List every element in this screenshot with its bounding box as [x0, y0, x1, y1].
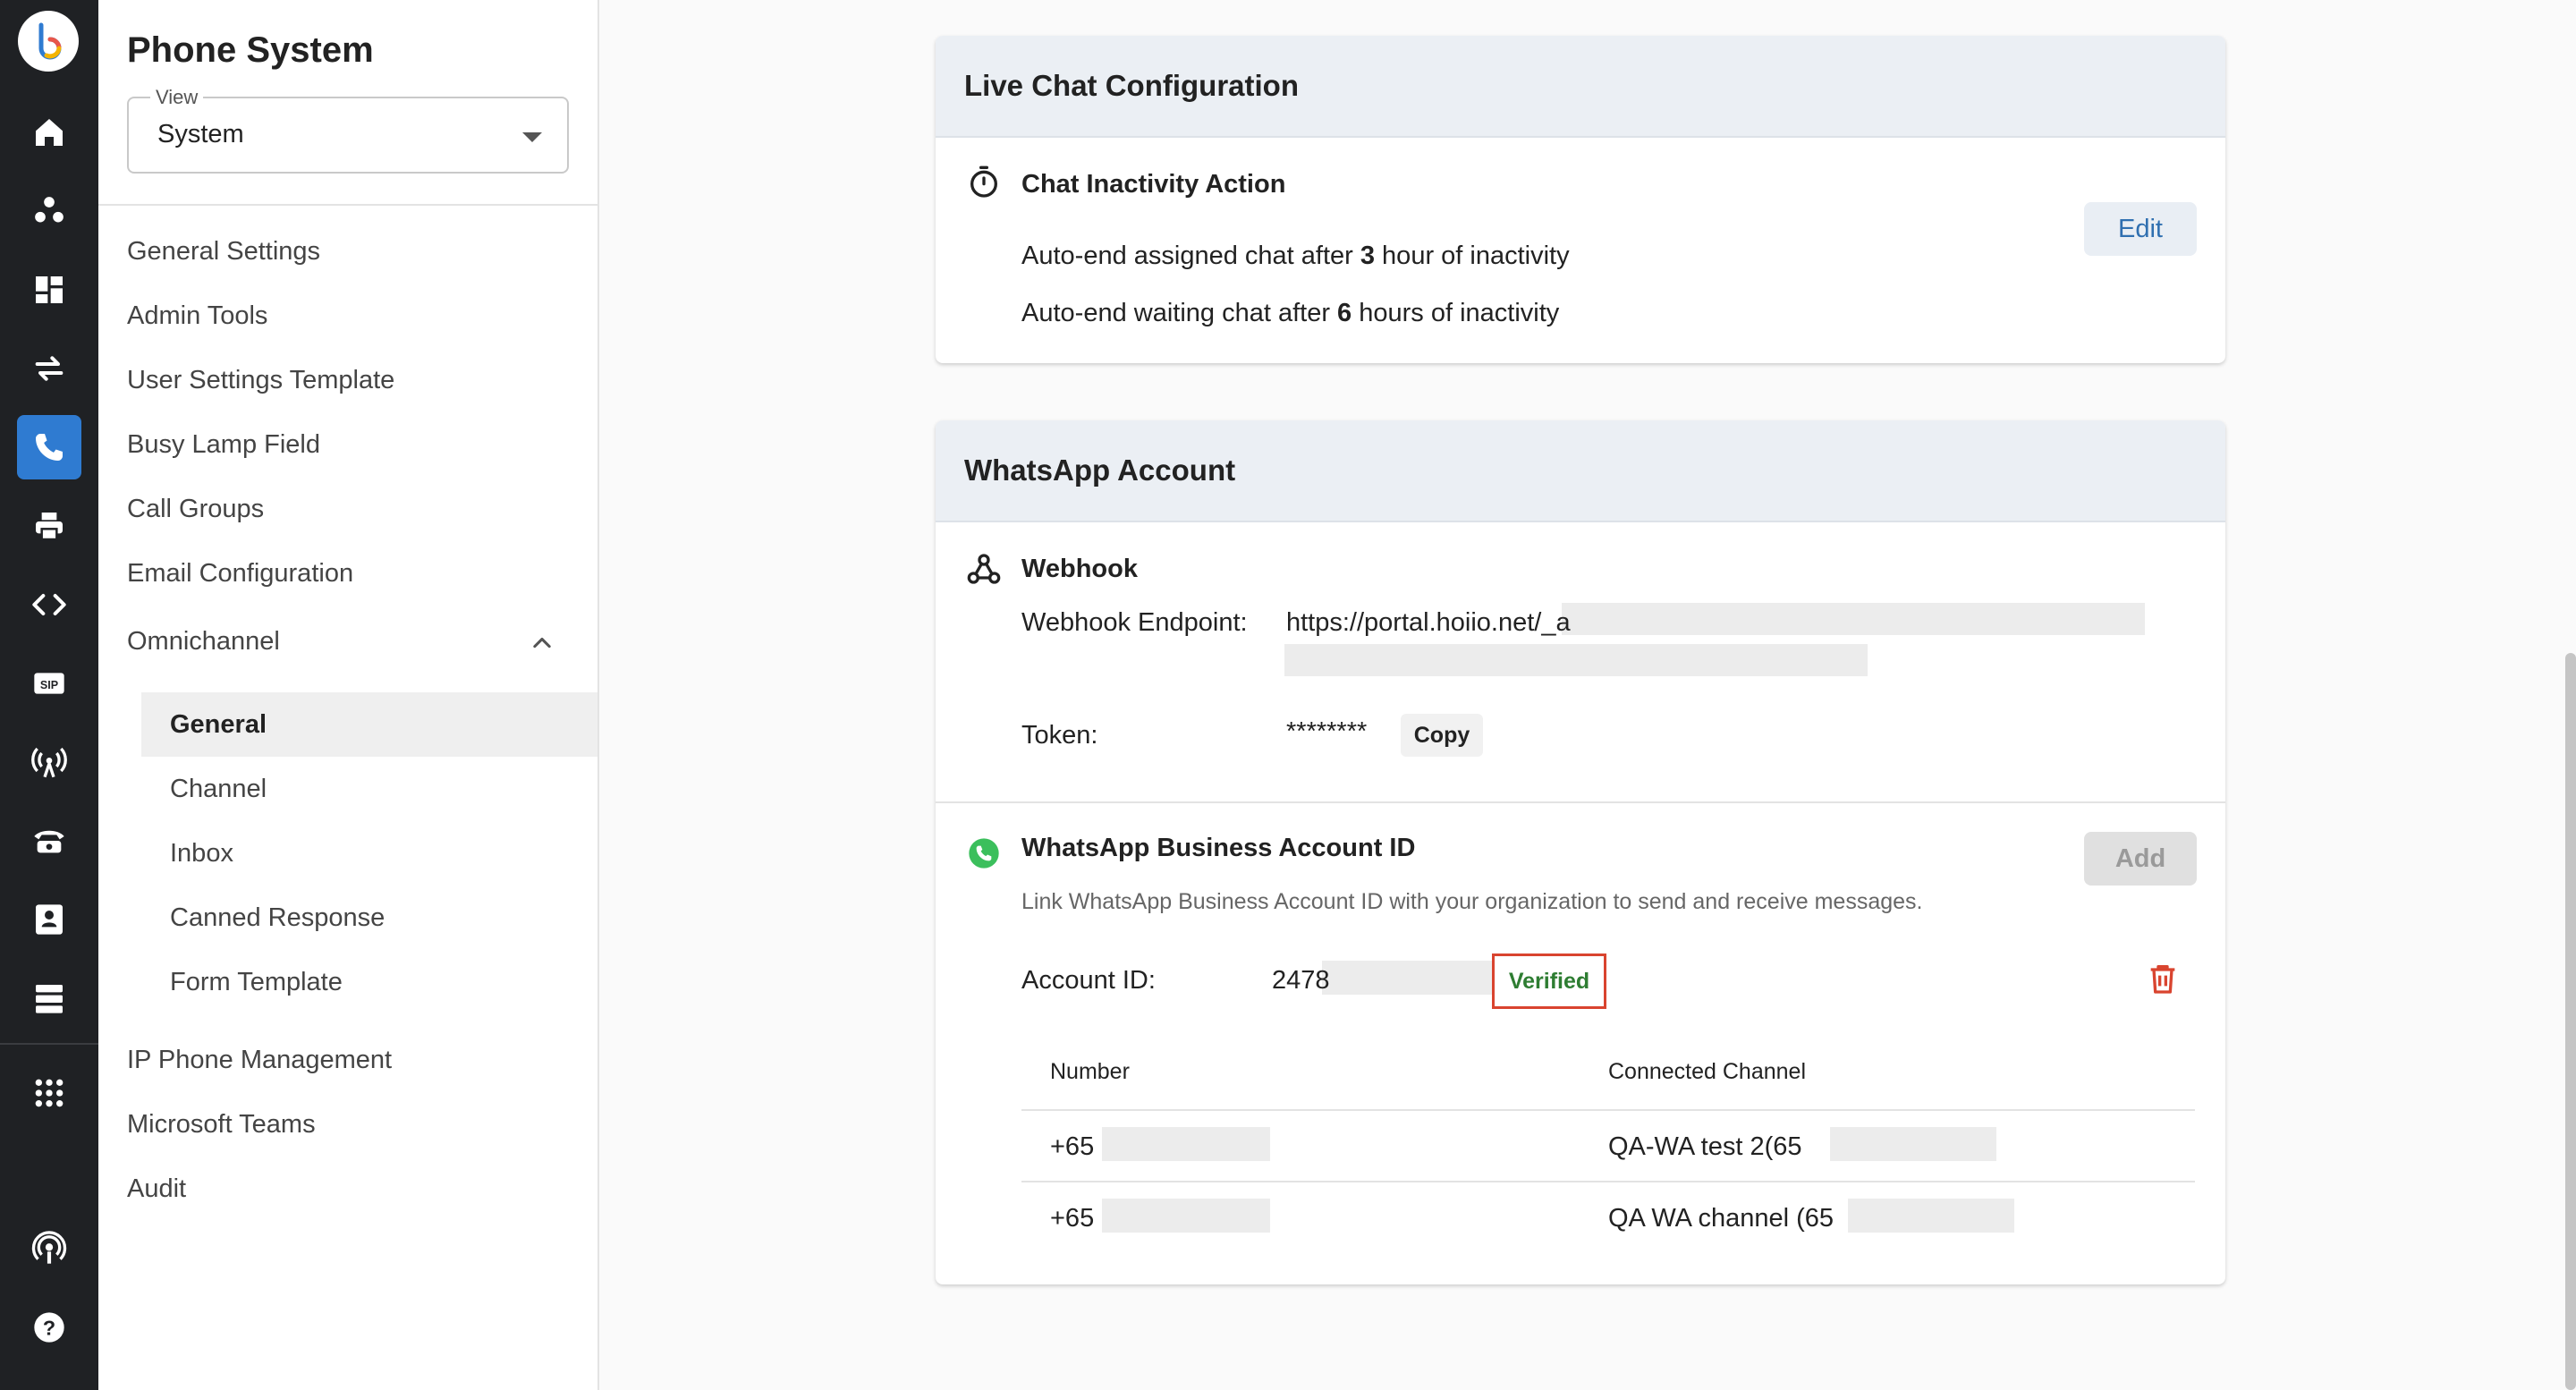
sidebar-divider: [98, 204, 597, 206]
verified-badge: Verified: [1492, 954, 1606, 1009]
transfer-arrows-icon[interactable]: [17, 336, 81, 401]
waba-title: WhatsApp Business Account ID: [1021, 834, 1416, 862]
sip-icon[interactable]: SIP: [17, 651, 81, 716]
section-divider: [936, 801, 2225, 803]
whatsapp-account-title: WhatsApp Account: [936, 420, 2225, 522]
phone-system-icon[interactable]: [17, 415, 81, 479]
sidebar-subitem-general[interactable]: General: [141, 692, 597, 757]
table-header-connected-channel: Connected Channel: [1608, 1059, 1806, 1084]
timer-icon: [970, 165, 997, 198]
table-divider: [1021, 1109, 2195, 1111]
sidebar-item-omnichannel[interactable]: Omnichannel: [127, 627, 280, 657]
table-header-number: Number: [1050, 1059, 1130, 1084]
token-label: Token:: [1021, 721, 1098, 750]
view-value: System: [157, 120, 244, 148]
contacts-group-icon[interactable]: [17, 179, 81, 243]
webhook-icon: [967, 554, 1001, 584]
svg-text:SIP: SIP: [40, 679, 58, 691]
apps-grid-icon[interactable]: [17, 1061, 81, 1125]
redacted-endpoint-line1: [1562, 603, 2145, 635]
webhook-endpoint-label: Webhook Endpoint:: [1021, 608, 1248, 637]
help-icon[interactable]: ?: [17, 1295, 81, 1360]
chat-inactivity-title: Chat Inactivity Action: [1021, 170, 1286, 199]
redacted-channel: [1848, 1199, 2014, 1233]
desk-phone-icon[interactable]: [17, 809, 81, 873]
code-icon[interactable]: [17, 572, 81, 637]
table-row-channel: QA-WA test 2(65: [1608, 1132, 1802, 1161]
sidebar-subitem-channel[interactable]: Channel: [141, 757, 597, 821]
sidebar-item-microsoft-teams[interactable]: Microsoft Teams: [127, 1110, 316, 1140]
redacted-channel: [1830, 1127, 1996, 1161]
webhook-title: Webhook: [1021, 555, 1138, 583]
waiting-chat-rule: Auto-end waiting chat after 6 hours of i…: [1021, 299, 1560, 327]
view-select[interactable]: View System: [127, 86, 569, 174]
add-account-button[interactable]: Add: [2084, 832, 2197, 886]
waba-description: Link WhatsApp Business Account ID with y…: [1021, 889, 1923, 914]
sidebar-item-audit[interactable]: Audit: [127, 1174, 186, 1204]
scrollbar[interactable]: [2565, 653, 2576, 1390]
svg-text:?: ?: [43, 1316, 55, 1339]
server-icon[interactable]: [17, 966, 81, 1030]
redacted-number: [1102, 1199, 1270, 1233]
page-title: Phone System: [127, 30, 374, 70]
whatsapp-icon: [969, 838, 999, 869]
podcast-icon[interactable]: [17, 1216, 81, 1281]
sidebar-item-general-settings[interactable]: General Settings: [127, 237, 320, 267]
sidebar-item-call-groups[interactable]: Call Groups: [127, 495, 264, 524]
table-row-channel: QA WA channel (65: [1608, 1204, 1835, 1233]
table-row-number: +65: [1050, 1132, 1095, 1161]
caret-down-icon: [522, 132, 542, 142]
home-icon[interactable]: [17, 100, 81, 165]
live-chat-card: Live Chat Configuration Chat Inactivity …: [936, 36, 2225, 363]
sidebar-subitem-canned-response[interactable]: Canned Response: [141, 886, 597, 950]
sidebar-item-user-settings-template[interactable]: User Settings Template: [127, 366, 394, 395]
redacted-number: [1102, 1127, 1270, 1161]
sidebar-item-email-configuration[interactable]: Email Configuration: [127, 559, 353, 589]
redacted-endpoint-line2: [1284, 644, 1868, 676]
table-divider: [1021, 1181, 2195, 1182]
assigned-chat-rule: Auto-end assigned chat after 3 hour of i…: [1021, 242, 1570, 270]
app-logo[interactable]: [18, 11, 79, 72]
settings-sidebar: Phone System View System General Setting…: [98, 0, 599, 1390]
trash-icon[interactable]: [2145, 961, 2181, 996]
account-id-label: Account ID:: [1021, 966, 1156, 995]
sidebar-subitem-inbox[interactable]: Inbox: [141, 821, 597, 886]
table-row-number: +65: [1050, 1204, 1095, 1233]
sidebar-subitem-form-template[interactable]: Form Template: [141, 950, 597, 1014]
printer-icon[interactable]: [17, 494, 81, 558]
main-content: Live Chat Configuration Chat Inactivity …: [599, 0, 2576, 1390]
view-label: View: [150, 86, 204, 109]
whatsapp-account-card: WhatsApp Account Webhook Webhook Endpoin…: [936, 420, 2225, 1284]
dashboard-icon[interactable]: [17, 258, 81, 322]
edit-button[interactable]: Edit: [2084, 202, 2197, 256]
redacted-account-id: [1322, 961, 1494, 995]
account-id-value: 2478: [1272, 966, 1330, 995]
contact-card-icon[interactable]: [17, 887, 81, 952]
sidebar-item-busy-lamp-field[interactable]: Busy Lamp Field: [127, 430, 320, 460]
sidebar-item-admin-tools[interactable]: Admin Tools: [127, 301, 267, 331]
chevron-up-icon[interactable]: [530, 630, 555, 655]
copy-token-button[interactable]: Copy: [1401, 714, 1483, 757]
broadcast-tower-icon[interactable]: [17, 730, 81, 794]
rail-divider: [0, 1043, 98, 1045]
icon-rail: SIP ?: [0, 0, 98, 1390]
sidebar-item-ip-phone-management[interactable]: IP Phone Management: [127, 1046, 392, 1075]
token-value: ********: [1286, 717, 1368, 746]
webhook-endpoint-value: https://portal.hoiio.net/_a: [1286, 608, 1571, 637]
live-chat-title: Live Chat Configuration: [936, 36, 2225, 138]
